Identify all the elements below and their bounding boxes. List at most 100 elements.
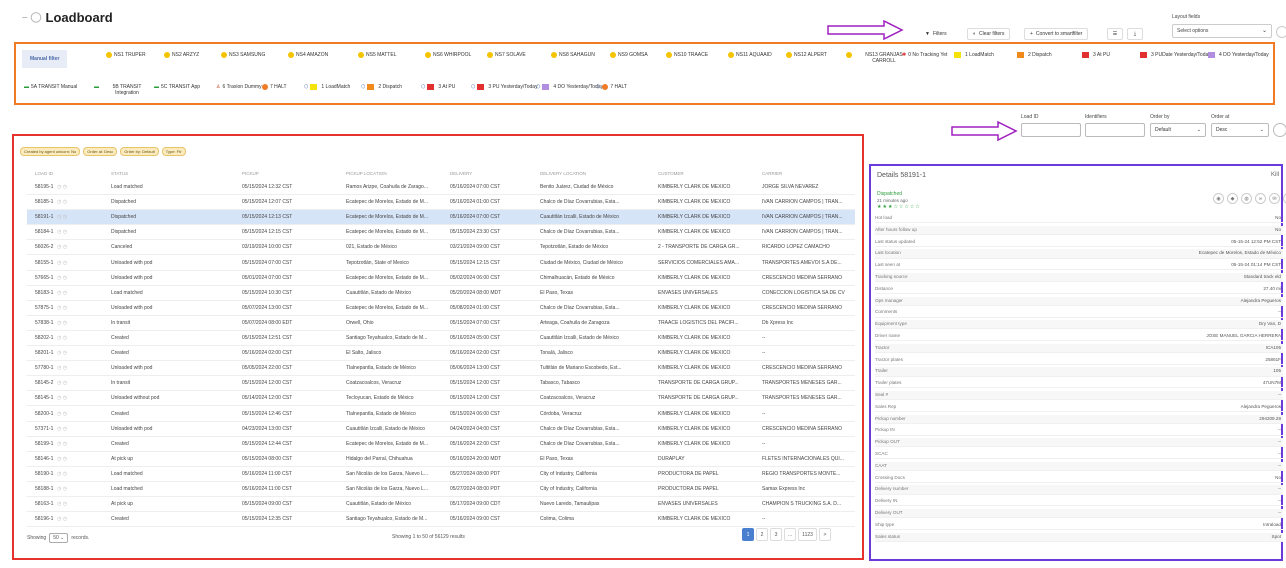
clock-icon[interactable]: ◷ ◷: [57, 290, 67, 296]
filter-chip[interactable]: 3 PUDate Yesterday/Today: [1140, 52, 1211, 58]
menu-button[interactable]: ☰: [1107, 28, 1123, 40]
filter-chip[interactable]: ⬡ 7 HALT: [596, 84, 627, 90]
column-header[interactable]: CARRIER: [762, 171, 782, 176]
table-row[interactable]: 58200-1 ◷ ◷ Created 05/15/2024 12:46 CST Tla…: [27, 407, 855, 421]
load-id-cell[interactable]: 58184-1: [35, 229, 105, 235]
clock-icon[interactable]: ◷ ◷: [57, 426, 67, 432]
clock-icon[interactable]: ◷ ◷: [57, 184, 67, 190]
table-row[interactable]: 58145-1 ◷ ◷ Unloaded without pod 05/14/2024…: [27, 391, 855, 405]
download-button[interactable]: ⤓: [1127, 28, 1143, 40]
filters-button[interactable]: ▼ Filters: [920, 28, 952, 40]
filter-chip[interactable]: NS9 GOMSA: [610, 52, 648, 58]
filter-chip[interactable]: NS5 MATTEL: [358, 52, 396, 58]
table-row[interactable]: 58185-1 ◷ ◷ Dispatched 05/15/2024 12:07 CST…: [27, 195, 855, 209]
clock-icon[interactable]: ◷ ◷: [57, 244, 67, 250]
load-id-cell[interactable]: 58185-1: [35, 199, 105, 205]
filter-chip[interactable]: ▬ 5C TRANSIT App: [154, 84, 200, 90]
filter-chip[interactable]: NS4 AMAZON: [288, 52, 328, 58]
filter-chip[interactable]: NS10 TRAACE: [666, 52, 708, 58]
table-row[interactable]: 57875-1 ◷ ◷ Unloaded with pod 05/07/2024 13…: [27, 301, 855, 315]
load-id-cell[interactable]: 58190-1: [35, 471, 105, 477]
table-row[interactable]: 58195-1 ◷ ◷ Load matched 05/15/2024 12:32 C…: [27, 180, 855, 194]
load-id-cell[interactable]: 58145-1: [35, 395, 105, 401]
mail-icon[interactable]: ✉: [1269, 193, 1280, 204]
table-row[interactable]: 58201-1 ◷ ◷ Created 05/16/2024 02:00 CST El …: [27, 346, 855, 360]
load-id-cell[interactable]: 58145-2: [35, 380, 105, 386]
convert-smartfilter-button[interactable]: + Convert to smartfilter: [1024, 28, 1089, 40]
filter-chip[interactable]: Manual filter: [22, 50, 68, 68]
table-row[interactable]: 58190-1 ◷ ◷ Load matched 05/16/2024 11:00 C…: [27, 467, 855, 481]
column-header[interactable]: CUSTOMER: [658, 171, 684, 176]
clock-icon[interactable]: ◷ ◷: [57, 199, 67, 205]
load-id-cell[interactable]: 57665-1: [35, 275, 105, 281]
page-button[interactable]: >: [818, 528, 831, 541]
table-row[interactable]: 58155-1 ◷ ◷ Unloaded with pod 05/15/2024 07…: [27, 256, 855, 270]
column-header[interactable]: PICKUP LOCATION: [346, 171, 387, 176]
clock-icon[interactable]: ◷ ◷: [57, 471, 67, 477]
load-id-cell[interactable]: 56026-2: [35, 244, 105, 250]
load-id-cell[interactable]: 57371-1: [35, 426, 105, 432]
table-row[interactable]: 58199-1 ◷ ◷ Created 05/15/2024 12:44 CST Eca…: [27, 437, 855, 451]
load-id-cell[interactable]: 58202-1: [35, 335, 105, 341]
clock-icon[interactable]: ◷ ◷: [57, 456, 67, 462]
clock-icon[interactable]: ◷ ◷: [57, 380, 67, 386]
load-id-cell[interactable]: 58200-1: [35, 411, 105, 417]
column-header[interactable]: PICKUP: [242, 171, 259, 176]
search-button[interactable]: [1273, 123, 1286, 137]
column-header[interactable]: LOAD ID: [35, 171, 53, 176]
filter-chip[interactable]: ⬡ 3 PU Yesterday/Today: [471, 84, 538, 90]
load-id-cell[interactable]: 58195-1: [35, 184, 105, 190]
load-id-cell[interactable]: 57838-1: [35, 320, 105, 326]
load-id-cell[interactable]: 57780-1: [35, 365, 105, 371]
load-id-cell[interactable]: 58155-1: [35, 260, 105, 266]
table-row[interactable]: 56026-2 ◷ ◷ Canceled 03/19/2024 10:00 CST 02…: [27, 240, 855, 254]
load-id-cell[interactable]: 57875-1: [35, 305, 105, 311]
filter-chip[interactable]: NS6 WHIRPOOL: [425, 52, 471, 58]
table-row[interactable]: 58183-1 ◷ ◷ Load matched 05/15/2024 10:30 C…: [27, 286, 855, 300]
load-id-cell[interactable]: 58163-1: [35, 501, 105, 507]
filter-chip[interactable]: ⬡ 4 DO Yesterday/Today: [536, 84, 603, 90]
filter-chip[interactable]: ▬ 5B TRANSIT Integration: [94, 84, 153, 96]
page-button[interactable]: 1123: [798, 528, 817, 541]
chat-icon[interactable]: ◍: [1241, 193, 1252, 204]
filter-chip[interactable]: NS3 SAMSUNG: [221, 52, 265, 58]
clock-icon[interactable]: ◷ ◷: [57, 350, 67, 356]
load-id-cell[interactable]: 58146-1: [35, 456, 105, 462]
filter-chip[interactable]: NS11 AQUAAID: [728, 52, 772, 58]
layout-fields-select[interactable]: Select options ⌄: [1172, 24, 1272, 38]
clock-icon[interactable]: ◷ ◷: [57, 275, 67, 281]
clock-icon[interactable]: ◷ ◷: [57, 214, 67, 220]
table-row[interactable]: 57838-1 ◷ ◷ In transit 05/07/2024 08:00 EDT…: [27, 316, 855, 330]
filter-chip[interactable]: 3 At PU: [1082, 52, 1110, 58]
table-row[interactable]: 58163-1 ◷ ◷ At pick up 05/15/2024 09:00 CST…: [27, 497, 855, 511]
filter-chip[interactable]: NS7 SOLAVE: [487, 52, 526, 58]
load-id-cell[interactable]: 58196-1: [35, 516, 105, 522]
filter-chip[interactable]: NS12 ALPERT: [786, 52, 827, 58]
filter-tag[interactable]: Order by: Default: [120, 147, 159, 156]
load-id-cell[interactable]: 58188-1: [35, 486, 105, 492]
table-row[interactable]: 58145-2 ◷ ◷ In transit 05/15/2024 12:00 CST…: [27, 376, 855, 390]
back-icon[interactable]: – ◯: [22, 12, 42, 23]
identifiers-input[interactable]: [1085, 123, 1145, 137]
page-button[interactable]: 3: [770, 528, 782, 541]
column-header[interactable]: DELIVERY: [450, 171, 472, 176]
load-id-cell[interactable]: 58183-1: [35, 290, 105, 296]
filter-chip[interactable]: 4 DO Yesterday/Today: [1208, 52, 1269, 58]
refresh-button[interactable]: [1276, 26, 1286, 38]
clock-icon[interactable]: ◷ ◷: [57, 229, 67, 235]
clear-filters-button[interactable]: ◐ Clear filters: [967, 28, 1011, 40]
filter-chip[interactable]: ⬡ 3 At PU: [421, 84, 455, 90]
clock-icon[interactable]: ◷ ◷: [57, 441, 67, 447]
details-close-button[interactable]: Kill: [1271, 172, 1279, 178]
filter-chip[interactable]: ⬡ 1 LoadMatch: [304, 84, 350, 90]
filter-chip[interactable]: ▬ 5A TRANSIT Manual: [24, 84, 77, 90]
filter-chip[interactable]: 7 HALT: [262, 84, 287, 90]
clock-icon[interactable]: ◷ ◷: [57, 365, 67, 371]
table-row[interactable]: 58184-1 ◷ ◷ Dispatched 05/15/2024 12:15 CST…: [27, 225, 855, 239]
clock-icon[interactable]: ◷ ◷: [57, 335, 67, 341]
filter-tag[interactable]: Order at: Desc: [83, 147, 118, 156]
filter-chip[interactable]: 2 Dispatch: [1017, 52, 1052, 58]
page-button[interactable]: 2: [756, 528, 768, 541]
table-row[interactable]: 58196-1 ◷ ◷ Created 05/15/2024 12:35 CST San…: [27, 512, 855, 526]
filter-tag[interactable]: Type: Ftr: [161, 147, 186, 156]
